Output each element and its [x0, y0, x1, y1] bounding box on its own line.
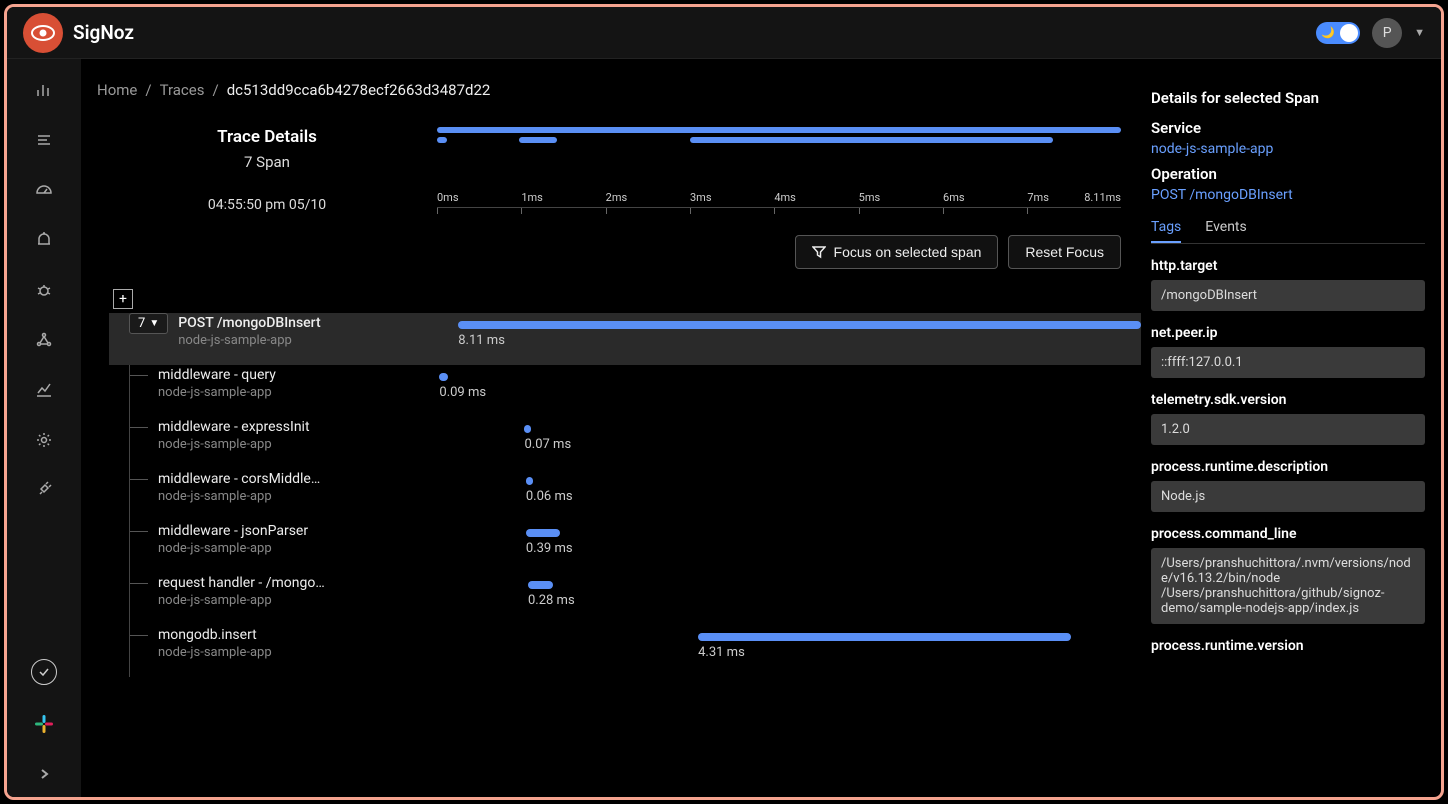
child-count-badge[interactable]: 7▼	[129, 313, 168, 334]
span-name: mongodb.insert	[158, 627, 328, 643]
span-service: node-js-sample-app	[158, 645, 438, 660]
span-duration: 0.07 ms	[524, 437, 571, 452]
bug-icon[interactable]	[33, 279, 55, 301]
tag-value: /mongoDBInsert	[1151, 280, 1425, 311]
tag-value: 1.2.0	[1151, 414, 1425, 445]
tag-key: process.runtime.version	[1151, 638, 1425, 654]
line-chart-icon[interactable]	[33, 379, 55, 401]
settings-icon[interactable]	[33, 429, 55, 451]
span-row[interactable]: middleware - corsMiddlew… node-js-sample-…	[129, 469, 1141, 521]
span-name: middleware - expressInit	[158, 419, 328, 435]
theme-toggle[interactable]: 🌙	[1316, 22, 1360, 44]
span-service: node-js-sample-app	[178, 333, 458, 348]
tag-key: telemetry.sdk.version	[1151, 392, 1425, 408]
time-axis: 0ms1ms2ms3ms4ms5ms6ms7ms8.11ms	[437, 207, 1121, 227]
expand-all-button[interactable]: +	[113, 289, 133, 309]
span-service: node-js-sample-app	[158, 489, 438, 504]
bar-chart-icon[interactable]	[33, 79, 55, 101]
breadcrumb-home[interactable]: Home	[97, 81, 137, 99]
span-name: middleware - query	[158, 367, 328, 383]
service-label: Service	[1151, 119, 1425, 137]
tag-value: Node.js	[1151, 481, 1425, 512]
span-service: node-js-sample-app	[158, 593, 438, 608]
span-row[interactable]: mongodb.insert node-js-sample-app 4.31 ms	[129, 625, 1141, 677]
span-service: node-js-sample-app	[158, 437, 438, 452]
plug-icon[interactable]	[33, 479, 55, 501]
tag-key: process.command_line	[1151, 526, 1425, 542]
trace-timestamp: 04:55:50 pm 05/10	[97, 197, 437, 213]
slack-icon[interactable]	[33, 713, 55, 735]
span-name: middleware - jsonParser	[158, 523, 328, 539]
span-duration: 0.28 ms	[528, 593, 575, 608]
caret-down-icon[interactable]: ▼	[1414, 26, 1425, 39]
span-duration: 4.31 ms	[698, 645, 745, 660]
alert-icon[interactable]	[33, 229, 55, 251]
sidebar	[7, 59, 81, 797]
tag-key: http.target	[1151, 258, 1425, 274]
list-icon[interactable]	[33, 129, 55, 151]
expand-sidebar-icon[interactable]	[33, 763, 55, 785]
span-name: request handler - /mongo…	[158, 575, 328, 591]
breadcrumb: Home/ Traces/ dc513dd9cca6b4278ecf2663d3…	[81, 81, 1141, 99]
span-duration: 0.39 ms	[526, 541, 573, 556]
reset-focus-button[interactable]: Reset Focus	[1008, 235, 1121, 269]
tab-tags[interactable]: Tags	[1151, 213, 1181, 243]
span-row[interactable]: 7▼ POST /mongoDBInsert node-js-sample-app8…	[109, 313, 1141, 365]
service-link[interactable]: node-js-sample-app	[1151, 141, 1425, 157]
logo-icon	[23, 13, 63, 53]
span-row[interactable]: middleware - expressInit node-js-sample-a…	[129, 417, 1141, 469]
span-duration: 0.06 ms	[526, 489, 573, 504]
span-row[interactable]: middleware - query node-js-sample-app0.09…	[129, 365, 1141, 417]
span-duration: 0.09 ms	[439, 385, 486, 400]
tag-value: ::ffff:127.0.0.1	[1151, 347, 1425, 378]
status-check-icon[interactable]	[31, 659, 57, 685]
operation-link[interactable]: POST /mongoDBInsert	[1151, 187, 1425, 203]
span-service: node-js-sample-app	[158, 541, 438, 556]
tag-key: net.peer.ip	[1151, 325, 1425, 341]
span-row[interactable]: request handler - /mongo… node-js-sample-…	[129, 573, 1141, 625]
focus-span-button[interactable]: Focus on selected span	[795, 235, 999, 269]
span-name: middleware - corsMiddlew…	[158, 471, 328, 487]
breadcrumb-trace-id: dc513dd9cca6b4278ecf2663d3487d22	[227, 81, 491, 99]
span-row[interactable]: middleware - jsonParser node-js-sample-ap…	[129, 521, 1141, 573]
breadcrumb-traces[interactable]: Traces	[160, 81, 205, 99]
avatar[interactable]: P	[1372, 18, 1402, 48]
tag-value: /Users/pranshuchittora/.nvm/versions/nod…	[1151, 548, 1425, 624]
span-duration: 8.11 ms	[458, 333, 505, 348]
span-name: POST /mongoDBInsert	[178, 315, 438, 331]
tag-key: process.runtime.description	[1151, 459, 1425, 475]
details-panel: Details for selected Span Service node-j…	[1141, 81, 1441, 797]
details-title: Details for selected Span	[1151, 89, 1425, 107]
brand-name: SigNoz	[73, 21, 134, 44]
operation-label: Operation	[1151, 165, 1425, 183]
span-count: 7 Span	[97, 153, 437, 171]
span-service: node-js-sample-app	[158, 385, 438, 400]
trace-title: Trace Details	[97, 127, 437, 147]
tab-events[interactable]: Events	[1205, 213, 1246, 243]
dashboard-icon[interactable]	[33, 179, 55, 201]
graph-icon[interactable]	[33, 329, 55, 351]
minimap[interactable]	[437, 127, 1121, 147]
filter-icon	[812, 245, 826, 259]
